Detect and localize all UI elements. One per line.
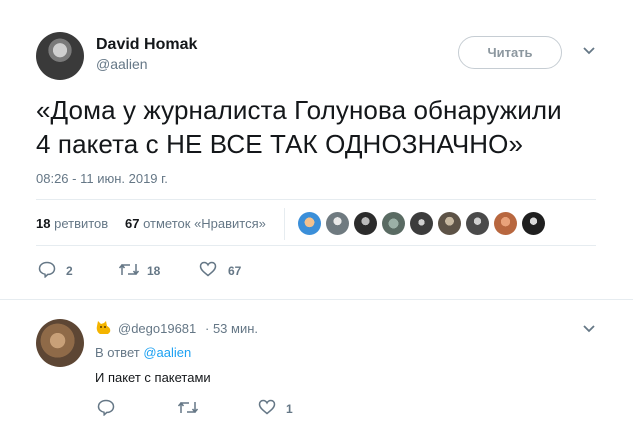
likes-label: отметок «Нравится» [143, 216, 266, 231]
liker-avatars [298, 212, 558, 236]
tweet-text-line-2: 4 пакета с НЕ ВСЕ ТАК ОДНОЗНАЧНО» [36, 129, 524, 159]
divider [36, 199, 596, 200]
reply-like-count: 1 [286, 402, 293, 416]
liker-avatar[interactable] [522, 212, 545, 235]
chevron-down-icon[interactable] [582, 324, 596, 334]
retweets-stat[interactable]: 18 ретвитов [36, 216, 108, 231]
liker-avatar[interactable] [354, 212, 377, 235]
retweet-icon[interactable] [118, 262, 140, 277]
reply-time[interactable]: · 53 мин. [205, 321, 258, 336]
liker-avatar[interactable] [382, 212, 405, 235]
liker-avatar[interactable] [438, 212, 461, 235]
likes-stat[interactable]: 67 отметок «Нравится» [125, 216, 266, 231]
follow-button[interactable]: Читать [458, 36, 562, 69]
cat-emoji-icon [95, 320, 113, 336]
author-avatar[interactable] [36, 32, 84, 80]
liker-avatar[interactable] [298, 212, 321, 235]
tweet-text-line-1: «Дома у журналиста Голунова обнаружили [36, 95, 562, 125]
divider [36, 245, 596, 246]
retweet-count: 18 [147, 264, 161, 278]
like-count: 67 [228, 264, 242, 278]
reply-avatar[interactable] [36, 319, 84, 367]
reply-count: 2 [66, 264, 73, 278]
liker-avatar[interactable] [494, 212, 517, 235]
liker-avatar[interactable] [466, 212, 489, 235]
chevron-down-icon[interactable] [582, 46, 596, 56]
like-icon[interactable] [199, 261, 217, 277]
liker-avatar[interactable] [326, 212, 349, 235]
author-handle[interactable]: @aalien [96, 56, 148, 72]
reply-icon[interactable] [97, 399, 115, 416]
reply-text: И пакет с пакетами [95, 370, 211, 385]
reply-icon[interactable] [38, 261, 56, 278]
in-reply-handle[interactable]: @aalien [143, 345, 191, 360]
in-reply-prefix: В ответ [95, 345, 140, 360]
retweets-label: ретвитов [54, 216, 109, 231]
author-name[interactable]: David Homak [96, 36, 197, 54]
retweets-count: 18 [36, 216, 51, 231]
retweet-icon[interactable] [177, 400, 199, 415]
likes-count: 67 [125, 216, 140, 231]
reply-author-handle[interactable]: @dego19681 [118, 321, 196, 336]
stats-separator [284, 208, 285, 240]
like-icon[interactable] [258, 399, 276, 415]
tweet-timestamp[interactable]: 08:26 - 11 июн. 2019 г. [36, 171, 168, 186]
divider [0, 299, 633, 300]
liker-avatar[interactable] [410, 212, 433, 235]
in-reply-to: В ответ @aalien [95, 345, 191, 360]
